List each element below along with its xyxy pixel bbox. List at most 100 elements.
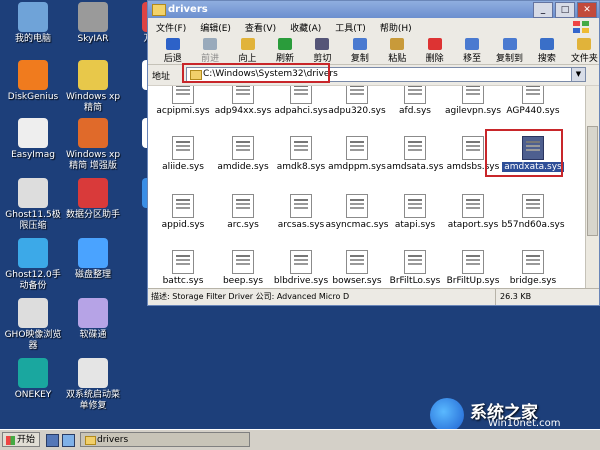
taskbar: 开始 drivers [0,429,600,450]
minimize-button[interactable]: _ [533,2,553,18]
file-list[interactable]: acpipmi.sys adp94xx.sys adpahci.sys adpu320… [148,86,587,290]
file-item[interactable]: b57nd60a.sys [498,194,568,230]
scrollbar[interactable] [585,86,599,290]
toolbar-button-6[interactable]: 复制 [345,38,374,64]
cut-icon [315,38,330,50]
file-name: amdppm.sys [328,162,386,172]
toolbar-button-5[interactable]: 剪切 [308,38,337,64]
desktop-icon[interactable]: SkyIAR [62,2,124,45]
watermark: 系统之家 Win10net.com [430,396,598,432]
sys-file-icon [172,136,194,160]
sys-file-icon [462,136,484,160]
desktop-icon-label: 我的电脑 [14,34,51,44]
desktop-icon[interactable]: 数据分区助手 [62,178,124,221]
drive-icon [78,2,108,32]
file-name: atapi.sys [394,220,436,230]
explorer-window[interactable]: drivers _ □ ✕ 文件(F) 编辑(E) 查看(V) 收藏(A) 工具… [147,0,600,306]
file-name: bowser.sys [332,276,382,286]
ghost-icon [18,298,48,328]
file-name: b57nd60a.sys [501,220,565,230]
toolbar-button-9[interactable]: 移至 [457,38,486,64]
desktop-icon-label: Ghost12.0手动备份 [5,270,61,291]
toolbar-button-1[interactable]: 后退 [158,38,187,64]
sys-file-icon [290,136,312,160]
sys-file-icon [522,194,544,218]
sys-file-icon [290,250,312,274]
toolbar-button-11[interactable]: 搜索 [532,38,561,64]
toolbar-button-3[interactable]: 向上 [233,38,262,64]
refresh-icon [277,38,292,50]
menu-favorites[interactable]: 收藏(A) [290,21,321,34]
menu-bar: 文件(F) 编辑(E) 查看(V) 收藏(A) 工具(T) 帮助(H) [148,18,599,36]
sys-file-icon [172,250,194,274]
desktop-icon[interactable]: EasyImag [2,118,64,161]
desktop-icon[interactable]: 双系统启动菜单修复 [62,358,124,412]
sys-file-icon [404,194,426,218]
sys-file-icon [232,250,254,274]
file-name: arcsas.sys [277,220,325,230]
close-button[interactable]: ✕ [577,2,597,18]
scroll-thumb[interactable] [587,126,598,236]
toolbar-button-10[interactable]: 复制到 [495,38,524,64]
forward-icon [203,38,218,50]
maximize-button[interactable]: □ [555,2,575,18]
file-name: BrFiltLo.sys [389,276,441,286]
menu-edit[interactable]: 编辑(E) [200,21,231,34]
file-name: agilevpn.sys [444,106,502,116]
sys-file-icon [232,136,254,160]
desktop-icon[interactable]: 我的电脑 [2,2,64,45]
back-icon [165,38,180,50]
ie-icon[interactable] [62,434,75,447]
show-desktop-icon[interactable] [46,434,59,447]
file-item[interactable]: bridge.sys [498,250,568,286]
file-name: appid.sys [161,220,205,230]
desktop-icon[interactable]: DiskGenius [2,60,64,103]
desktop-icon-label: GHO映像浏览器 [4,330,62,351]
start-button[interactable]: 开始 [2,432,40,447]
copy-to-icon [502,38,517,50]
chevron-down-icon[interactable]: ▼ [571,68,585,81]
menu-view[interactable]: 查看(V) [245,21,276,34]
toolbar: 后退 前进 向上 刷新 剪切 复制 粘贴 删除 移至 复制到 搜索 文件夹 [148,36,599,65]
file-name: BrFiltUp.sys [446,276,500,286]
desktop-icon[interactable]: GHO映像浏览器 [2,298,64,352]
toolbar-label: 文件夹 [570,54,598,64]
file-item[interactable]: AGP440.sys [498,86,568,116]
file-name: aliide.sys [162,162,204,172]
menu-file[interactable]: 文件(F) [156,21,186,34]
desktop-icon[interactable]: Ghost12.0手动备份 [2,238,64,292]
desktop-icon[interactable]: 磁盘整理 [62,238,124,281]
windows-flag-icon [6,436,15,445]
sys-file-icon [404,86,426,104]
toolbar-button-8[interactable]: 删除 [420,38,449,64]
desktop-icon[interactable]: 软碟通 [62,298,124,341]
copy-icon [352,38,367,50]
ghost-icon [18,118,48,148]
file-name: acpipmi.sys [156,106,210,116]
address-label: 地址 [152,71,171,82]
toolbar-button-4[interactable]: 刷新 [270,38,299,64]
sys-file-icon [522,86,544,104]
toolbar-button-12[interactable]: 文件夹 [570,38,599,64]
menu-help[interactable]: 帮助(H) [380,21,412,34]
taskbar-item-drivers[interactable]: drivers [80,432,250,447]
desktop-icon[interactable]: Windows xp精简 [62,60,124,114]
sys-file-icon [346,194,368,218]
toolbar-button-2[interactable]: 前进 [195,38,224,64]
file-name: adpahci.sys [274,106,328,116]
desktop-icon[interactable]: ONEKEY [2,358,64,401]
start-label: 开始 [16,435,35,445]
title-bar[interactable]: drivers _ □ ✕ [148,1,599,18]
folder-icon [152,4,166,16]
sys-file-icon [346,136,368,160]
toolbar-button-7[interactable]: 粘贴 [383,38,412,64]
desktop-icon-label: 磁盘整理 [74,270,111,280]
desktop-icon[interactable]: Ghost11.5极限压缩 [2,178,64,232]
menu-tools[interactable]: 工具(T) [335,21,366,34]
sys-file-icon [172,86,194,104]
desktop-icon-label: Windows xp精简 [65,92,121,113]
partition-icon [78,178,108,208]
desktop-icon[interactable]: Windows xp精简 增强版 [62,118,124,172]
bird-icon [18,238,48,268]
desktop-icon-label: Windows xp精简 增强版 [65,150,121,171]
